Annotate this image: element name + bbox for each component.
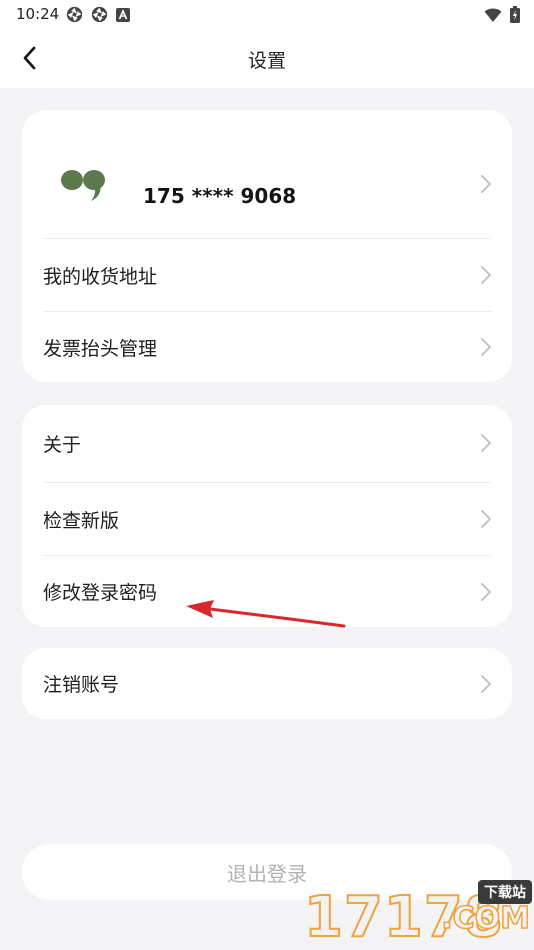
chevron-right-icon	[481, 434, 491, 452]
deactivate-account-label: 注销账号	[43, 674, 120, 696]
status-time: 10:24	[16, 5, 60, 23]
account-card: 175 **** 9068 我的收货地址 发票抬头管理	[22, 110, 512, 382]
status-icons-left	[66, 6, 130, 23]
invoice-title-label: 发票抬头管理	[43, 337, 158, 360]
chevron-right-icon	[481, 582, 491, 601]
page-title: 设置	[247, 50, 286, 72]
change-password-label: 修改登录密码	[43, 582, 158, 604]
about-label: 关于	[43, 433, 82, 456]
address-row[interactable]: 我的收货地址	[22, 239, 512, 311]
check-update-row[interactable]: 检查新版	[22, 483, 512, 555]
watermark: 17178 下载站 .COM	[294, 880, 534, 950]
status-icons-right	[484, 6, 520, 23]
a-letter-icon	[116, 7, 130, 22]
battery-icon	[510, 6, 520, 23]
deactivate-account-row[interactable]: 注销账号	[22, 648, 512, 719]
app-card: 关于 检查新版 修改登录密码	[22, 405, 512, 627]
chevron-right-icon	[481, 175, 491, 193]
deactivate-card: 注销账号	[22, 648, 512, 719]
chevron-right-icon	[481, 338, 491, 356]
chevron-right-icon	[481, 510, 491, 528]
about-row[interactable]: 关于	[22, 405, 512, 481]
annotation-arrow-icon	[186, 600, 346, 628]
status-bar: 10:24	[0, 0, 534, 30]
aperture-icon	[66, 6, 83, 23]
account-phone: 175 **** 9068	[143, 184, 297, 208]
chevron-right-icon	[481, 266, 491, 284]
nav-bar: 设置	[0, 30, 534, 88]
address-label: 我的收货地址	[43, 265, 158, 288]
quote-mark-icon	[61, 170, 105, 201]
wifi-icon	[484, 8, 502, 22]
watermark-domain: .COM	[440, 901, 530, 937]
chevron-right-icon	[481, 674, 491, 693]
aperture-icon	[91, 6, 108, 23]
invoice-title-row[interactable]: 发票抬头管理	[22, 312, 512, 382]
account-row[interactable]: 175 **** 9068	[22, 110, 512, 238]
check-update-label: 检查新版	[43, 509, 120, 532]
